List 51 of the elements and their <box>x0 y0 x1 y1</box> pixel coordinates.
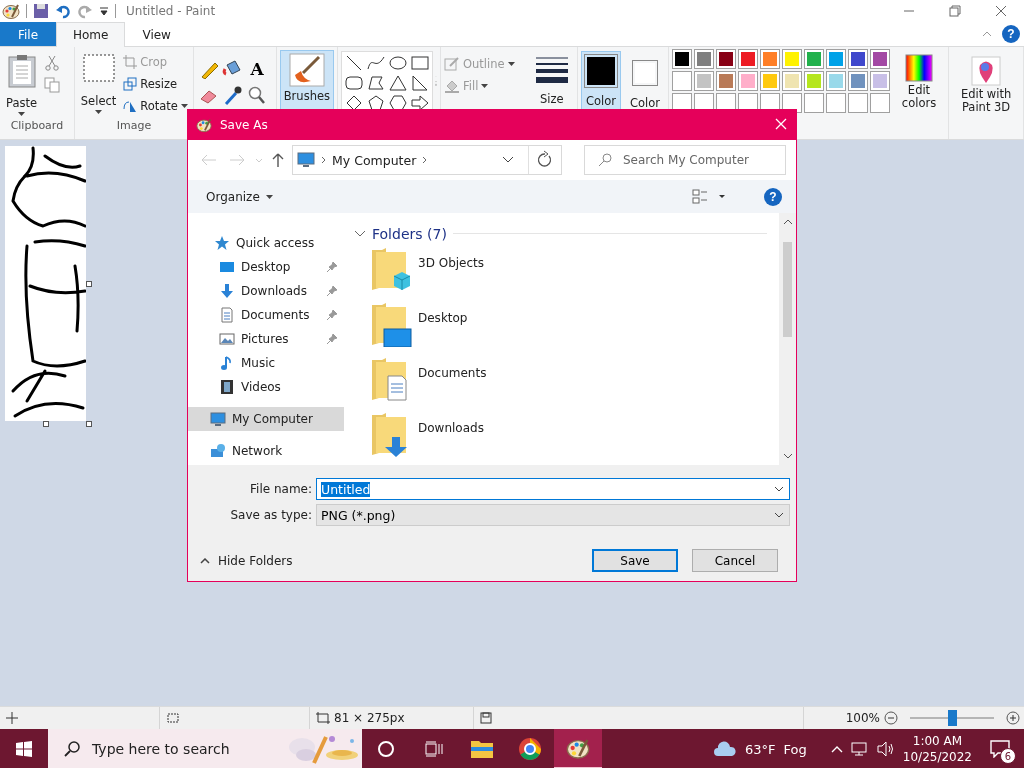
group-label: Clipboard <box>9 119 65 134</box>
zoom-level-text: 100% <box>845 711 880 725</box>
folder-item[interactable]: Desktop <box>354 299 779 355</box>
folder-item[interactable]: Documents <box>354 354 779 410</box>
nav-item[interactable]: Network <box>188 439 344 463</box>
weather-text: Fog <box>783 741 807 757</box>
help-button[interactable]: ? <box>764 187 782 206</box>
ribbon-tab[interactable]: File <box>0 22 56 46</box>
nav-item[interactable]: Quick access <box>188 231 344 255</box>
nav-item[interactable]: Desktop <box>188 255 344 279</box>
hide-folders-button[interactable]: Hide Folders <box>200 553 293 568</box>
address-text: My Computer <box>332 152 417 168</box>
help-button[interactable]: ? <box>1002 25 1020 43</box>
image-tool-button[interactable]: Rotate <box>123 95 188 117</box>
field-label: File name: <box>249 482 313 496</box>
folder-item[interactable]: Downloads <box>354 409 779 465</box>
window-title: Untitled - Paint <box>126 4 216 18</box>
dialog-title: Save As <box>220 118 268 132</box>
notification-badge: 6 <box>1000 748 1016 764</box>
taskbar-search-field[interactable]: Type here to search <box>48 729 362 768</box>
nav-item[interactable]: Music <box>188 351 344 375</box>
paste-button[interactable]: Paste <box>3 51 41 119</box>
size-button[interactable]: Size <box>529 53 574 109</box>
address-bar[interactable]: My Computer <box>292 145 562 175</box>
temperature-text: 63°F <box>745 741 776 757</box>
dialog-button[interactable]: Save <box>592 549 678 572</box>
field-label: Save as type: <box>229 508 313 522</box>
nav-item[interactable]: Downloads <box>188 279 344 303</box>
folder-item[interactable]: 3D Objects <box>354 244 779 300</box>
clock[interactable]: 1:00 AM 10/25/2022 <box>902 733 972 765</box>
search-field[interactable]: Search My Computer <box>584 145 786 175</box>
brushes-button[interactable]: Brushes <box>279 50 334 110</box>
group-header[interactable]: Folders (7) <box>372 225 447 242</box>
edit-colors-button[interactable]: Edit colors <box>896 47 942 139</box>
ribbon-tab[interactable]: View <box>125 22 188 46</box>
paint-3d-button[interactable]: Edit with Paint 3D <box>952 53 1020 117</box>
file-name-field[interactable]: Untitled <box>316 478 790 500</box>
text-tool-button[interactable]: A <box>245 59 270 79</box>
canvas-size-text: 81 × 275px <box>334 711 405 725</box>
nav-item[interactable]: My Computer <box>188 407 344 431</box>
color-slot-button[interactable]: Color <box>625 51 665 139</box>
file-type-dropdown[interactable]: PNG (*.png) <box>316 504 790 526</box>
nav-item[interactable]: Pictures <box>188 327 344 351</box>
nav-item[interactable]: Documents <box>188 303 344 327</box>
nav-item[interactable]: Videos <box>188 375 344 399</box>
ribbon-tab[interactable]: Home <box>56 22 126 47</box>
group-label: Image <box>115 119 153 134</box>
select-button[interactable]: Select <box>77 51 120 119</box>
dialog-button[interactable]: Cancel <box>692 549 778 572</box>
organize-button[interactable]: Organize <box>206 189 273 204</box>
image-tool-button[interactable]: Resize <box>123 73 188 95</box>
